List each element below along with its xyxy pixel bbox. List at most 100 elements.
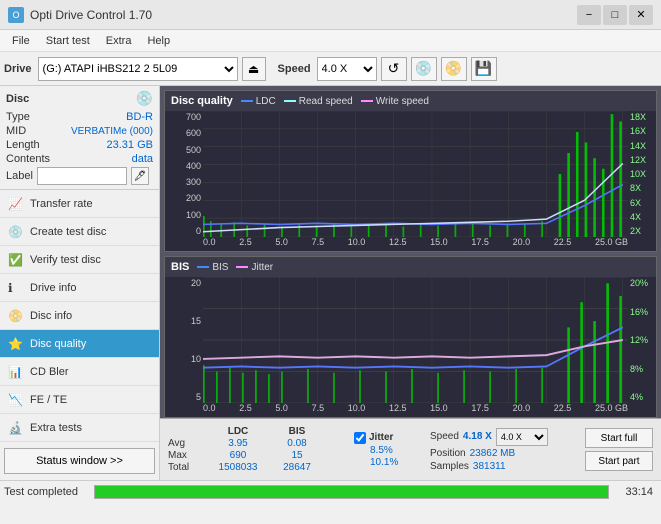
sidebar-item-extra-tests[interactable]: 🔬 Extra tests	[0, 414, 159, 442]
disc-mid-label: MID	[6, 125, 26, 137]
close-button[interactable]: ✕	[629, 5, 653, 25]
disc-button2[interactable]: 📀	[441, 57, 467, 81]
stats-headers: LDC BIS	[168, 426, 348, 437]
y1-right-8x: 8X	[630, 183, 654, 193]
position-label: Position	[430, 448, 466, 459]
jitter-checkbox[interactable]	[354, 432, 366, 444]
y1-label-700: 700	[167, 112, 201, 122]
chart2-svg	[203, 277, 628, 403]
fe-te-icon: 📉	[8, 393, 24, 407]
disc-panel: Disc 💿 Type BD-R MID VERBATIMe (000) Len…	[0, 86, 159, 190]
speed-label: Speed	[278, 63, 311, 75]
stats-ldc-header: LDC	[208, 426, 268, 437]
y2-label-20: 20	[167, 278, 201, 288]
sidebar-item-disc-info[interactable]: 📀 Disc info	[0, 302, 159, 330]
stats-max-bis: 15	[272, 450, 322, 461]
disc-type-value: BD-R	[126, 111, 153, 123]
x1-100: 10.0	[348, 237, 366, 251]
x1-25: 2.5	[239, 237, 252, 251]
menu-help[interactable]: Help	[139, 33, 178, 49]
menu-start-test[interactable]: Start test	[38, 33, 98, 49]
disc-panel-icon: 💿	[136, 90, 153, 107]
titlebar-left: O Opti Drive Control 1.70	[8, 7, 152, 23]
disc-mid-value: VERBATIMe (000)	[71, 126, 153, 137]
speed-row: Speed 4.18 X 4.0 X	[430, 428, 548, 446]
speed-select[interactable]: 4.0 X 2.0 X 1.0 X	[317, 57, 377, 81]
stats-panel: LDC BIS Avg 3.95 0.08 Max 690 15 Total 1…	[160, 418, 661, 480]
sidebar-item-create-test-disc[interactable]: 💿 Create test disc	[0, 218, 159, 246]
stats-table: LDC BIS Avg 3.95 0.08 Max 690 15 Total 1…	[168, 426, 348, 473]
disc-contents-value: data	[132, 153, 153, 165]
sidebar-item-disc-info-label: Disc info	[30, 310, 72, 322]
disc-type-label: Type	[6, 111, 30, 123]
speed-position-info: Speed 4.18 X 4.0 X Position 23862 MB Sam…	[430, 428, 548, 472]
y2-right-16pct: 16%	[630, 307, 654, 317]
stats-empty-header	[168, 426, 204, 437]
sidebar-item-fe-te[interactable]: 📉 FE / TE	[0, 386, 159, 414]
menu-extra[interactable]: Extra	[98, 33, 140, 49]
maximize-button[interactable]: □	[603, 5, 627, 25]
y1-right-10x: 10X	[630, 169, 654, 179]
drive-select[interactable]: (G:) ATAPI iHBS212 2 5L09	[38, 57, 238, 81]
x2-25: 2.5	[239, 403, 252, 417]
chart2-y-axis-right: 20% 16% 12% 8% 4%	[628, 277, 656, 403]
sidebar-item-disc-quality[interactable]: ⭐ Disc quality	[0, 330, 159, 358]
app-icon: O	[8, 7, 24, 23]
content-area: Disc quality LDC Read speed Write speed	[160, 86, 661, 480]
x2-150: 15.0	[430, 403, 448, 417]
sidebar-item-transfer-rate[interactable]: 📈 Transfer rate	[0, 190, 159, 218]
y1-right-16x: 16X	[630, 126, 654, 136]
statusbar: Test completed 33:14	[0, 480, 661, 502]
y1-right-6x: 6X	[630, 198, 654, 208]
sidebar-item-drive-info[interactable]: ℹ Drive info	[0, 274, 159, 302]
sidebar-item-verify-test-disc[interactable]: ✅ Verify test disc	[0, 246, 159, 274]
stats-total-row: Total 1508033 28647	[168, 462, 348, 473]
menu-file[interactable]: File	[4, 33, 38, 49]
stats-total-bis: 28647	[272, 462, 322, 473]
status-window-button[interactable]: Status window >>	[4, 448, 155, 474]
start-part-button[interactable]: Start part	[585, 451, 653, 471]
y1-label-600: 600	[167, 128, 201, 138]
eject-button[interactable]: ⏏	[242, 57, 266, 81]
start-full-button[interactable]: Start full	[585, 428, 653, 448]
stats-max-jitter: 10.1%	[354, 457, 424, 468]
x1-150: 15.0	[430, 237, 448, 251]
minimize-button[interactable]: −	[577, 5, 601, 25]
sidebar-item-transfer-rate-label: Transfer rate	[30, 198, 93, 210]
jitter-header: Jitter	[354, 432, 424, 444]
y1-label-200: 200	[167, 193, 201, 203]
samples-row: Samples 381311	[430, 461, 548, 472]
sidebar-item-create-test-disc-label: Create test disc	[30, 226, 106, 238]
disc-contents-label: Contents	[6, 153, 50, 165]
sidebar-item-extra-tests-label: Extra tests	[30, 422, 82, 434]
x2-50: 5.0	[275, 403, 288, 417]
disc-panel-title: Disc	[6, 93, 29, 105]
disc-button1[interactable]: 💿	[411, 57, 437, 81]
chart2-legend-jitter: Jitter	[236, 262, 273, 273]
disc-label-button[interactable]: 🖋	[131, 167, 149, 185]
sidebar-item-cd-bler[interactable]: 📊 CD Bler	[0, 358, 159, 386]
y1-label-500: 500	[167, 145, 201, 155]
speed-info-select[interactable]: 4.0 X	[496, 428, 548, 446]
disc-quality-icon: ⭐	[8, 337, 24, 351]
titlebar-controls: − □ ✕	[577, 5, 653, 25]
verify-test-disc-icon: ✅	[8, 253, 24, 267]
position-value: 23862 MB	[470, 448, 516, 459]
refresh-button[interactable]: ↺	[381, 57, 407, 81]
drive-info-icon: ℹ	[8, 281, 24, 295]
save-button[interactable]: 💾	[471, 57, 497, 81]
write-legend-dot	[361, 100, 373, 102]
stats-total-label: Total	[168, 462, 204, 473]
y1-right-12x: 12X	[630, 155, 654, 165]
y1-label-300: 300	[167, 177, 201, 187]
stats-avg-bis: 0.08	[272, 438, 322, 449]
menubar: File Start test Extra Help	[0, 30, 661, 52]
y1-right-18x: 18X	[630, 112, 654, 122]
chart1-x-axis: 0.0 2.5 5.0 7.5 10.0 12.5 15.0 17.5 20.0…	[203, 237, 628, 251]
progress-bar-fill	[95, 486, 608, 498]
ldc-legend-dot	[241, 100, 253, 102]
chart1-legend-write: Write speed	[361, 96, 429, 107]
x1-200: 20.0	[513, 237, 531, 251]
disc-label-input[interactable]	[37, 167, 127, 185]
disc-length-label: Length	[6, 139, 40, 151]
